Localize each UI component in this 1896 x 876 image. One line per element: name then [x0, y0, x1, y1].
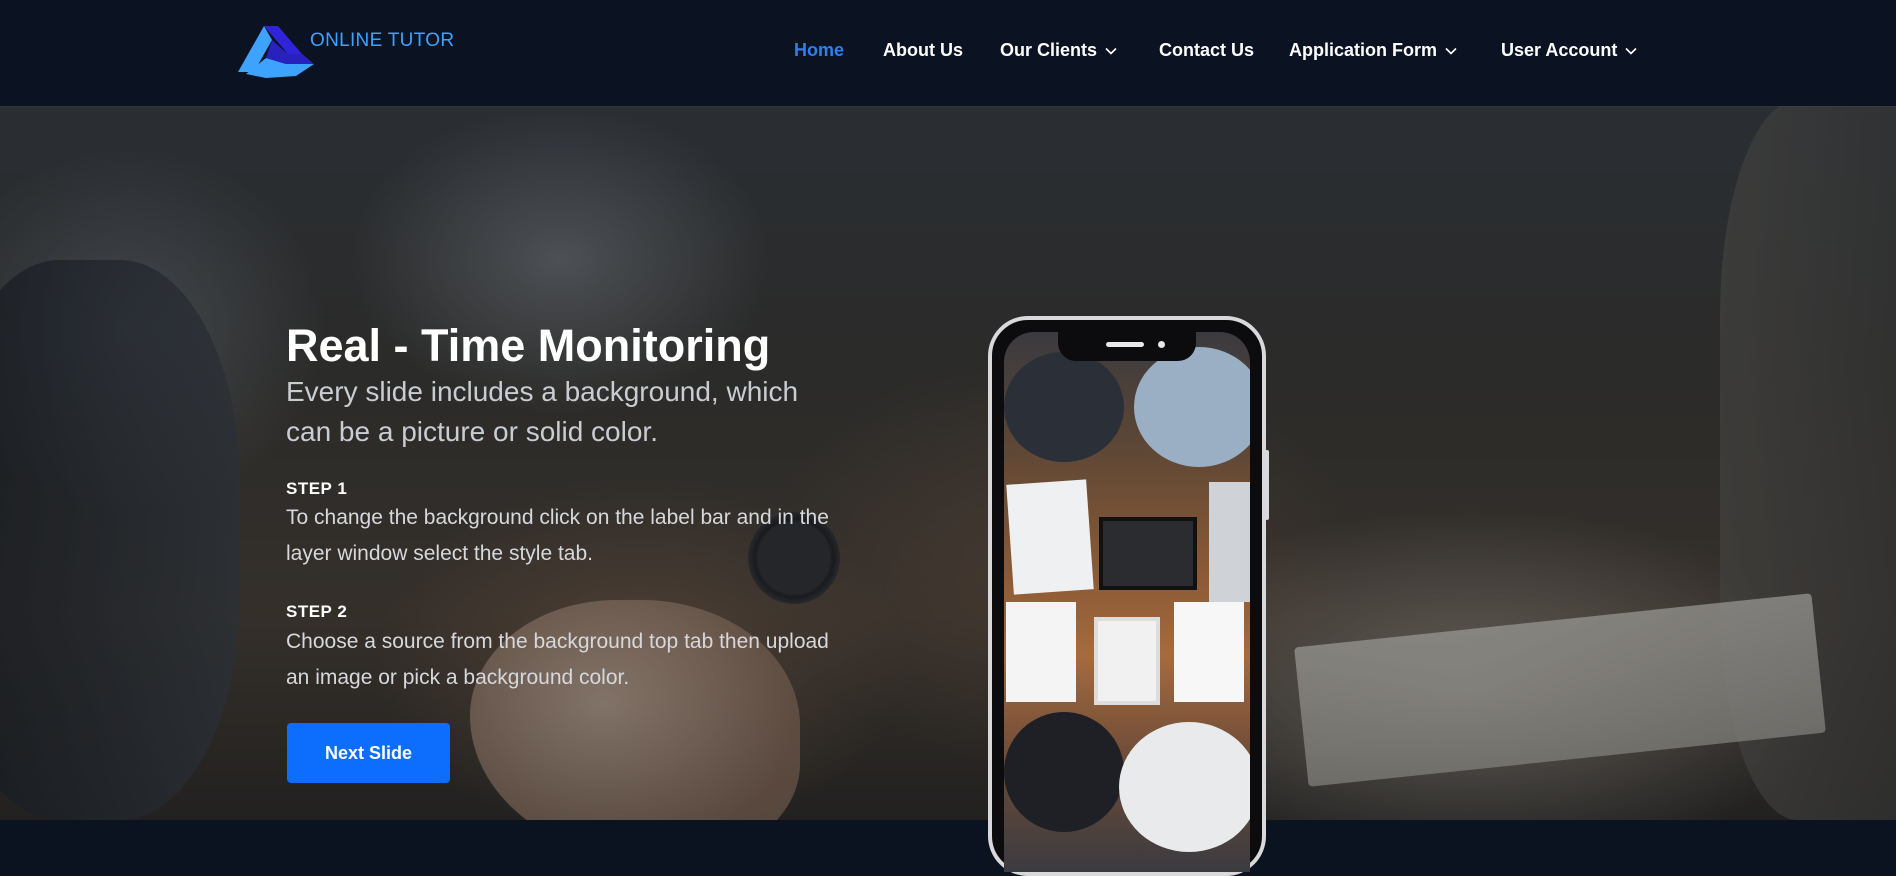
step-1-text: To change the background click on the la…	[286, 506, 829, 565]
hero-title: Real - Time Monitoring	[286, 320, 771, 371]
nav-item-home[interactable]: Home	[794, 40, 844, 61]
hero-subtitle: Every slide includes a background, which…	[286, 376, 799, 447]
phone-side-button	[1265, 450, 1269, 520]
screen-paper	[1174, 602, 1244, 702]
nav-item-application-form[interactable]: Application Form	[1289, 40, 1457, 61]
chevron-down-icon	[1625, 47, 1637, 55]
top-navbar: ONLINE TUTOR Home About Us Our Clients C…	[0, 0, 1896, 106]
nav-item-label: User Account	[1501, 40, 1618, 60]
nav-item-label: Our Clients	[1000, 40, 1098, 60]
screen-person	[1004, 712, 1124, 832]
chevron-down-icon	[1445, 47, 1457, 55]
screen-laptop	[1209, 482, 1250, 602]
screen-person	[1134, 347, 1250, 467]
phone-mockup	[988, 316, 1269, 876]
screen-tablet	[1094, 617, 1160, 705]
nav-item-user-account[interactable]: User Account	[1501, 40, 1637, 61]
step-1-label: STEP 1	[286, 479, 348, 498]
screen-person	[1119, 722, 1250, 852]
nav-item-label: About Us	[883, 40, 963, 60]
hero-background-image	[0, 0, 1896, 820]
step-2-text: Choose a source from the background top …	[286, 630, 829, 689]
next-slide-button[interactable]: Next Slide	[287, 723, 450, 783]
nav-item-our-clients[interactable]: Our Clients	[1000, 40, 1117, 61]
nav-item-label: Contact Us	[1159, 40, 1255, 60]
screen-paper	[1006, 602, 1076, 702]
phone-screen-image	[1004, 332, 1250, 872]
main-nav: Home About Us Our Clients Contact Us App…	[0, 40, 1896, 64]
nav-item-label: Application Form	[1289, 40, 1437, 60]
phone-speaker	[1106, 342, 1144, 347]
phone-notch	[1058, 332, 1196, 361]
screen-person	[1004, 352, 1124, 462]
step-2-label: STEP 2	[286, 602, 348, 621]
screen-paper	[1006, 479, 1094, 595]
chevron-down-icon	[1105, 47, 1117, 55]
hero-overlay	[0, 0, 1896, 820]
nav-item-about-us[interactable]: About Us	[883, 40, 963, 61]
nav-item-contact-us[interactable]: Contact Us	[1159, 40, 1254, 61]
screen-tablet	[1099, 517, 1197, 590]
nav-item-label: Home	[794, 40, 845, 60]
phone-camera	[1158, 341, 1165, 348]
